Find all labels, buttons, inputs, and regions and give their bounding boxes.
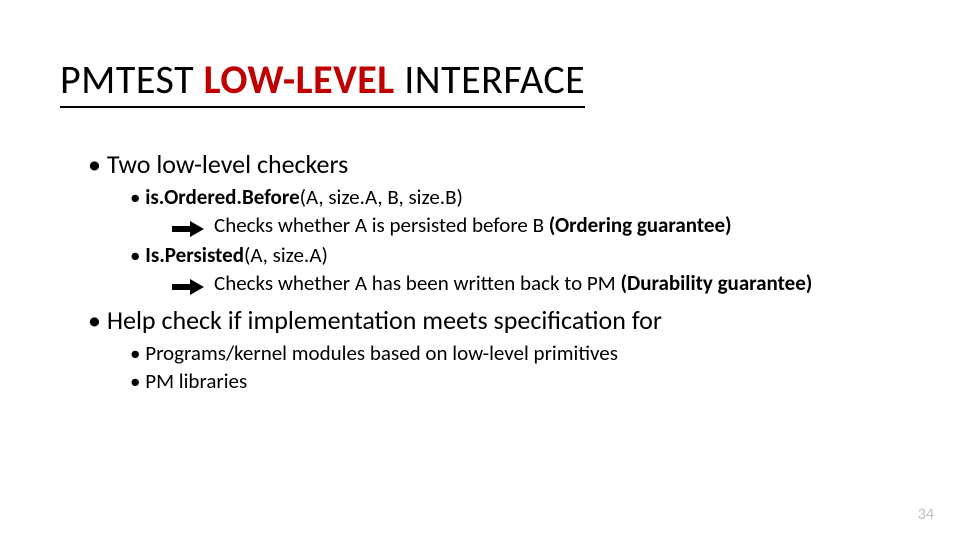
arrow2-bold: (Durability guarantee) xyxy=(620,270,812,296)
func-args-2: (A, size.A) xyxy=(244,242,328,268)
arrow1-body: Checks whether A is persisted before B (… xyxy=(214,212,732,238)
slide-container: PMTEST LOW-LEVEL INTERFACE Two low-level… xyxy=(0,0,960,540)
arrow-right-icon xyxy=(172,217,204,233)
arrow2-text: Checks whether A has been written back t… xyxy=(214,270,620,296)
bullet-marker xyxy=(130,184,145,210)
bullet-isorderedbefore: is.Ordered.Before(A, size.A, B, size.B) xyxy=(130,184,900,210)
arrow2-body: Checks whether A has been written back t… xyxy=(214,270,812,296)
arrow1-bold: (Ordering guarantee) xyxy=(549,212,732,238)
bullet-help-check: Help check if implementation meets speci… xyxy=(88,304,900,336)
arrow-line-ordering: Checks whether A is persisted before B (… xyxy=(172,212,900,238)
arrow-right-icon xyxy=(172,275,204,291)
page-number: 34 xyxy=(918,505,934,524)
arrow1-text: Checks whether A is persisted before B xyxy=(214,212,549,238)
title-lowlevel: LOW-LEVEL xyxy=(204,55,395,104)
bullet-marker xyxy=(130,340,145,366)
title-test: TEST xyxy=(116,55,194,104)
slide-title: PMTEST LOW-LEVEL INTERFACE xyxy=(60,55,585,108)
bullet-two-checkers: Two low-level checkers xyxy=(88,148,900,180)
bullet-pm-libraries: PM libraries xyxy=(130,368,900,394)
b2d-text: PM libraries xyxy=(145,368,247,394)
arrow-line-durability: Checks whether A has been written back t… xyxy=(172,270,900,296)
func-args-1: (A, size.A, B, size.B) xyxy=(300,184,463,210)
bullet-programs-modules: Programs/kernel modules based on low-lev… xyxy=(130,340,900,366)
title-pm: PM xyxy=(60,55,116,104)
func-name-1: is.Ordered.Before xyxy=(145,184,299,210)
bullet-ispersisted: Is.Persisted(A, size.A) xyxy=(130,242,900,268)
func-name-2: Is.Persisted xyxy=(145,242,244,268)
title-interface: INTERFACE xyxy=(395,55,586,104)
b2c-text: Programs/kernel modules based on low-lev… xyxy=(145,340,618,366)
bullet-marker xyxy=(130,242,145,268)
bullet-marker xyxy=(130,368,145,394)
